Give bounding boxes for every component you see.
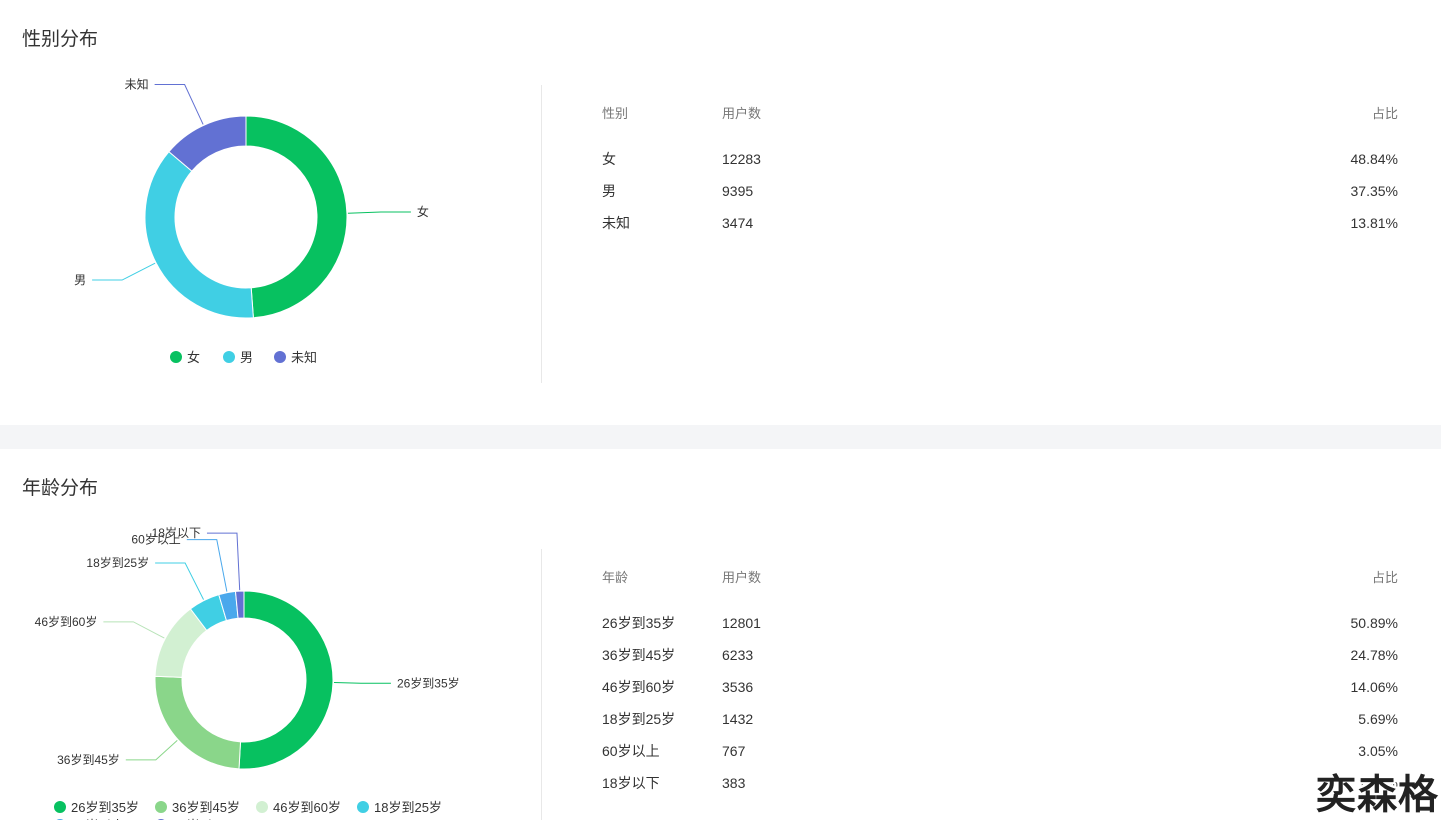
slice-label: 46岁到60岁 bbox=[35, 614, 98, 629]
legend-label: 未知 bbox=[291, 350, 318, 365]
row-users: 6233 bbox=[722, 647, 754, 663]
gender-table-header: 性别 用户数 占比 bbox=[602, 99, 1398, 129]
legend-label: 女 bbox=[187, 350, 201, 365]
leader-line bbox=[103, 621, 165, 639]
donut-slice-2[interactable] bbox=[154, 675, 242, 770]
legend-label: 46岁到60岁 bbox=[273, 800, 341, 815]
slice-label: 男 bbox=[74, 273, 86, 287]
age-divider bbox=[541, 549, 542, 820]
row-category: 18岁以下 bbox=[602, 775, 660, 791]
legend-dot-icon bbox=[223, 350, 235, 363]
leader-line bbox=[92, 262, 156, 281]
age-header-ratio: 占比 bbox=[1371, 570, 1398, 585]
row-category: 60岁以上 bbox=[602, 743, 660, 759]
row-category: 36岁到45岁 bbox=[602, 647, 676, 663]
row-ratio: 37.35% bbox=[1350, 183, 1398, 199]
legend-dot-icon bbox=[170, 350, 182, 363]
legend-label: 60岁以上 bbox=[71, 815, 124, 820]
row-category: 女 bbox=[602, 151, 616, 167]
legend-label: 18岁以下 bbox=[172, 815, 225, 820]
legend-dot-icon bbox=[155, 800, 167, 813]
gender-header-ratio: 占比 bbox=[1371, 106, 1398, 121]
legend-item[interactable]: 18岁以下 bbox=[155, 815, 225, 820]
legend-item[interactable]: 46岁到60岁 bbox=[256, 797, 341, 816]
table-row: 36岁到45岁 6233 24.78% bbox=[602, 639, 1398, 671]
row-ratio: 5.69% bbox=[1358, 711, 1398, 727]
age-header-category: 年龄 bbox=[602, 570, 629, 585]
leader-line bbox=[154, 84, 204, 125]
table-row: 18岁到25岁 1432 5.69% bbox=[602, 703, 1398, 735]
legend-label: 36岁到45岁 bbox=[172, 800, 240, 815]
watermark-logo: 奕森格 bbox=[1316, 772, 1439, 818]
gender-header-category: 性别 bbox=[602, 106, 629, 121]
section-separator bbox=[0, 425, 1441, 449]
row-users: 3474 bbox=[722, 215, 754, 231]
gender-table: 性别 用户数 占比 女 12283 48.84% 男 9395 37.35% 未… bbox=[602, 99, 1398, 239]
slice-label: 女 bbox=[417, 204, 429, 219]
table-row: 未知 3474 13.81% bbox=[602, 207, 1398, 239]
legend-item[interactable]: 男 bbox=[223, 347, 253, 366]
gender-donut-chart: 女男 未知 bbox=[74, 78, 429, 319]
legend-dot-icon bbox=[357, 800, 369, 813]
gender-divider bbox=[541, 85, 542, 383]
gender-section: 性别分布 女男未知 女男未知 性别 用户数 占比 女 12283 48.84% … bbox=[0, 0, 1441, 425]
table-row: 46岁到60岁 3536 14.06% bbox=[602, 671, 1398, 703]
leader-line bbox=[186, 539, 228, 592]
slice-label: 18岁到25岁 bbox=[86, 555, 149, 570]
age-table-header: 年龄 用户数 占比 bbox=[602, 563, 1398, 593]
row-category: 26岁到35岁 bbox=[602, 615, 676, 631]
legend-item[interactable]: 36岁到45岁 bbox=[155, 797, 240, 816]
donut-slice-2[interactable] bbox=[144, 151, 254, 319]
table-row: 女 12283 48.84% bbox=[602, 143, 1398, 175]
row-category: 男 bbox=[602, 183, 616, 199]
legend-label: 18岁到25岁 bbox=[374, 800, 442, 815]
row-category: 46岁到60岁 bbox=[602, 679, 676, 695]
legend-dot-icon bbox=[54, 800, 66, 813]
row-ratio: 24.78% bbox=[1350, 647, 1398, 663]
legend-item[interactable]: 未知 bbox=[274, 347, 317, 366]
donut-slice-1[interactable] bbox=[238, 590, 334, 770]
legend-item[interactable]: 60岁以上 bbox=[54, 815, 124, 820]
age-table: 年龄 用户数 占比 26岁到35岁 12801 50.89% 36岁到45岁 6… bbox=[602, 563, 1398, 799]
leader-line bbox=[125, 740, 178, 761]
legend-dot-icon bbox=[274, 350, 286, 363]
age-header-users: 用户数 bbox=[722, 570, 762, 585]
row-users: 12283 bbox=[722, 151, 761, 167]
leader-line bbox=[155, 562, 204, 600]
slice-label: 26岁到35岁 bbox=[397, 675, 460, 690]
donut-slice-1[interactable] bbox=[245, 115, 348, 319]
row-users: 3536 bbox=[722, 679, 754, 695]
legend-label: 男 bbox=[240, 350, 254, 365]
row-users: 9395 bbox=[722, 183, 754, 199]
row-ratio: 13.81% bbox=[1350, 215, 1398, 231]
leader-line bbox=[333, 682, 391, 684]
gender-header-users: 用户数 bbox=[722, 106, 762, 121]
table-row: 18岁以下 383 1.52% bbox=[602, 767, 1398, 799]
slice-label: 未知 bbox=[125, 78, 149, 92]
row-users: 767 bbox=[722, 743, 746, 759]
table-row: 60岁以上 767 3.05% bbox=[602, 735, 1398, 767]
age-section: 年龄分布 26岁到35岁 36岁到45岁 46岁到60岁 18岁到25岁 60岁以上 18… bbox=[0, 449, 1441, 820]
legend-item[interactable]: 女 bbox=[170, 347, 200, 366]
row-category: 未知 bbox=[602, 215, 630, 231]
legend-item[interactable]: 26岁到35岁 bbox=[54, 797, 139, 816]
row-users: 383 bbox=[722, 775, 746, 791]
row-ratio: 48.84% bbox=[1350, 151, 1398, 167]
legend-dot-icon bbox=[256, 800, 268, 813]
row-category: 18岁到25岁 bbox=[602, 711, 676, 727]
age-donut-chart: 26岁到35岁36岁到45岁46岁到60岁18岁到25岁60岁以上18岁以下 bbox=[35, 525, 460, 770]
leader-line bbox=[347, 211, 411, 214]
row-users: 12801 bbox=[722, 615, 761, 631]
legend-item[interactable]: 18岁到25岁 bbox=[357, 797, 442, 816]
table-row: 男 9395 37.35% bbox=[602, 175, 1398, 207]
row-users: 1432 bbox=[722, 711, 754, 727]
slice-label: 18岁以下 bbox=[152, 525, 201, 540]
leader-line bbox=[206, 532, 241, 591]
slice-label: 36岁到45岁 bbox=[57, 752, 120, 767]
row-ratio: 50.89% bbox=[1350, 615, 1398, 631]
row-ratio: 14.06% bbox=[1350, 679, 1398, 695]
table-row: 26岁到35岁 12801 50.89% bbox=[602, 607, 1398, 639]
legend-label: 26岁到35岁 bbox=[71, 800, 139, 815]
